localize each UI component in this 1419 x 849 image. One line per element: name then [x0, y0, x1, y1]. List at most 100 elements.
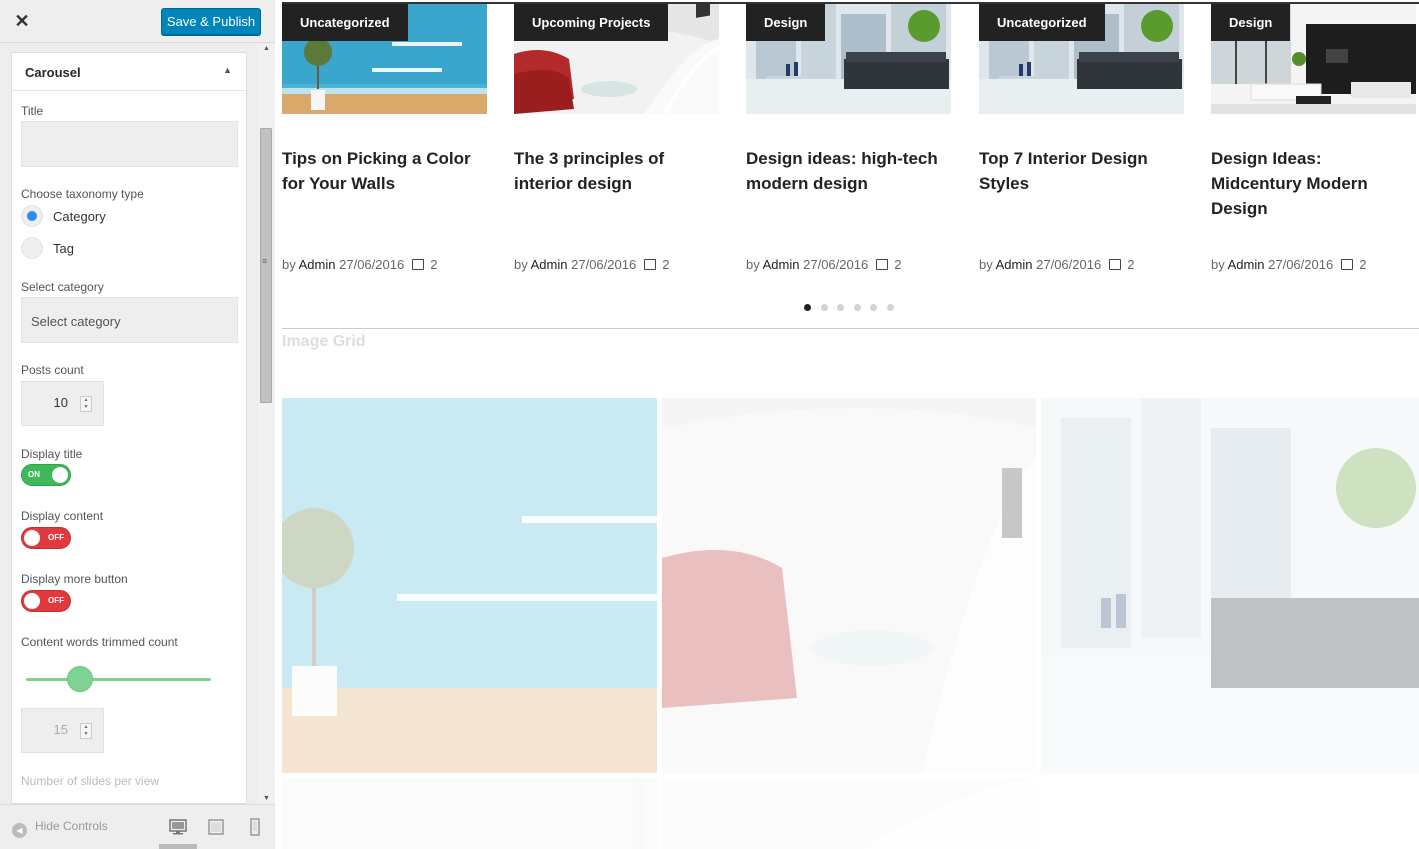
radio-tag-label: Tag [53, 241, 74, 256]
post-meta: by Admin 27/06/2016 2 [1211, 257, 1366, 272]
post-title[interactable]: Design Ideas: Midcentury Modern Design [1211, 146, 1416, 221]
device-active-indicator [159, 844, 197, 849]
toggle-state-text: OFF [48, 596, 64, 605]
post-date: 27/06/2016 [1268, 257, 1334, 272]
post-category-tag[interactable]: Upcoming Projects [514, 4, 669, 41]
post-category-tag[interactable]: Uncategorized [282, 4, 408, 41]
grid-fade-overlay [1041, 398, 1419, 773]
post-date: 27/06/2016 [803, 257, 869, 272]
display-content-label: Display content [21, 509, 104, 523]
display-more-toggle[interactable]: OFF [21, 590, 71, 612]
trim-count-stepper[interactable]: 15 ▲ ▼ [21, 708, 104, 753]
post-title[interactable]: Top 7 Interior Design Styles [979, 146, 1184, 196]
grid-fade-overlay [662, 778, 1036, 849]
posts-count-label: Posts count [21, 363, 84, 377]
scroll-down-icon[interactable]: ▼ [262, 795, 271, 802]
radio-category-label: Category [53, 209, 106, 224]
post-category-tag[interactable]: Design [746, 4, 826, 41]
pagination-dot[interactable] [837, 304, 844, 311]
pagination-dot[interactable] [853, 304, 861, 311]
sidebar-footer: ◀ Hide Controls [0, 804, 275, 849]
post-meta: by Admin 27/06/2016 2 [282, 257, 437, 272]
hide-controls-button[interactable]: ◀ Hide Controls [12, 819, 108, 838]
by-text: by [1211, 257, 1225, 272]
collapse-caret-icon[interactable]: ▲ [223, 65, 232, 75]
grid-fade-overlay [662, 398, 1036, 773]
comment-icon [876, 259, 889, 270]
category-select[interactable]: Select category [21, 297, 238, 343]
post-title[interactable]: The 3 principles of interior design [514, 146, 719, 196]
sidebar-scrollbar[interactable]: ▲ ≡ ▼ [258, 43, 275, 804]
toggle-knob [24, 530, 40, 546]
by-text: by [979, 257, 993, 272]
carousel-panel: Carousel ▲ Title Choose taxonomy type Ca… [11, 52, 247, 804]
comment-icon [1109, 259, 1122, 270]
post-author[interactable]: Admin [763, 257, 800, 272]
toggle-state-text: OFF [48, 533, 64, 542]
by-text: by [282, 257, 296, 272]
pagination-dot[interactable] [804, 304, 811, 311]
comment-icon [412, 259, 425, 270]
section-divider [282, 328, 1419, 329]
customizer-sidebar: ✕ Save & Publish Carousel ▲ Title Choose… [0, 0, 275, 849]
tablet-icon[interactable] [207, 818, 225, 836]
post-date: 27/06/2016 [339, 257, 405, 272]
stepper-arrows-icon[interactable]: ▲ ▼ [80, 396, 92, 412]
stepper-arrows-icon[interactable]: ▲ ▼ [80, 723, 92, 739]
title-field-label: Title [21, 104, 44, 118]
posts-count-value: 10 [53, 395, 68, 410]
post-category-tag[interactable]: Design [1211, 4, 1291, 41]
trim-count-value: 15 [53, 722, 68, 737]
comment-count[interactable]: 2 [1359, 257, 1366, 272]
mobile-icon[interactable] [246, 818, 264, 836]
trim-slider-handle[interactable] [66, 666, 93, 692]
pagination-dot[interactable] [820, 304, 828, 311]
grid-image-blue-room[interactable] [282, 398, 657, 773]
panel-title: Carousel [25, 65, 81, 80]
post-author[interactable]: Admin [1228, 257, 1265, 272]
post-author[interactable]: Admin [996, 257, 1033, 272]
post-meta: by Admin 27/06/2016 2 [514, 257, 669, 272]
comment-count[interactable]: 2 [662, 257, 669, 272]
close-icon[interactable]: ✕ [12, 10, 32, 32]
display-title-label: Display title [21, 447, 83, 461]
title-input[interactable] [21, 121, 238, 167]
sidebar-header: ✕ Save & Publish [0, 0, 275, 43]
radio-tag[interactable] [21, 237, 43, 259]
pagination-dot[interactable] [886, 304, 894, 311]
post-title[interactable]: Tips on Picking a Color for Your Walls [282, 146, 487, 196]
display-content-toggle[interactable]: OFF [21, 527, 71, 549]
hide-controls-label: Hide Controls [35, 819, 108, 833]
scroll-up-icon[interactable]: ▲ [262, 45, 271, 52]
by-text: by [514, 257, 528, 272]
toggle-knob [24, 593, 40, 609]
by-text: by [746, 257, 760, 272]
grid-image-white-red-room[interactable] [662, 398, 1036, 773]
posts-count-stepper[interactable]: 10 ▲ ▼ [21, 381, 104, 426]
post-meta: by Admin 27/06/2016 2 [746, 257, 901, 272]
pagination-dot[interactable] [870, 304, 877, 311]
panel-header[interactable]: Carousel ▲ [12, 53, 246, 91]
trim-count-label: Content words trimmed count [21, 635, 178, 649]
comment-count[interactable]: 2 [1127, 257, 1134, 272]
collapse-arrow-icon: ◀ [12, 823, 27, 838]
post-category-tag[interactable]: Uncategorized [979, 4, 1105, 41]
select-category-label: Select category [21, 280, 104, 294]
grid-image-city-sofa-room[interactable] [1041, 398, 1419, 773]
scroll-grip-icon: ≡ [262, 256, 268, 266]
taxonomy-label: Choose taxonomy type [21, 187, 144, 201]
desktop-icon[interactable] [169, 818, 187, 836]
post-author[interactable]: Admin [299, 257, 336, 272]
post-title[interactable]: Design ideas: high-tech modern design [746, 146, 951, 196]
comment-count[interactable]: 2 [894, 257, 901, 272]
grid-fade-overlay [282, 778, 657, 849]
post-author[interactable]: Admin [531, 257, 568, 272]
display-title-toggle[interactable]: ON [21, 464, 71, 486]
grid-image[interactable] [282, 778, 657, 849]
save-publish-button[interactable]: Save & Publish [161, 8, 261, 35]
toggle-state-text: ON [28, 470, 40, 479]
grid-image[interactable] [662, 778, 1036, 849]
trim-slider-track[interactable] [26, 678, 211, 681]
radio-category[interactable] [21, 205, 43, 227]
comment-count[interactable]: 2 [430, 257, 437, 272]
